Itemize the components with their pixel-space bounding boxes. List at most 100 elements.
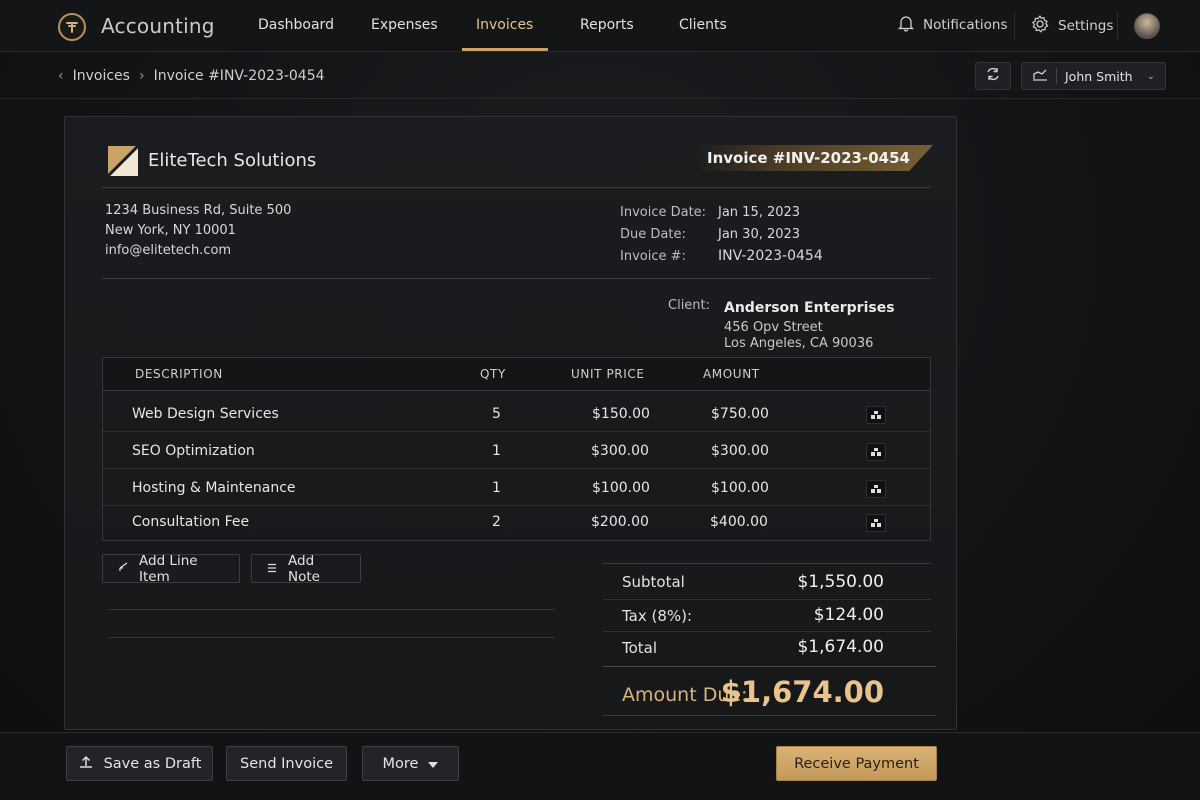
item-unit-price: $100.00 bbox=[592, 480, 650, 496]
topbar-divider bbox=[1117, 12, 1118, 40]
chevron-left-icon[interactable]: ‹ bbox=[58, 68, 64, 84]
item-description: Web Design Services bbox=[132, 406, 279, 422]
breadcrumb-invoices-link[interactable]: Invoices bbox=[73, 68, 130, 84]
invoice-date-value: Jan 15, 2023 bbox=[718, 205, 801, 220]
column-header-description: DESCRIPTION bbox=[135, 367, 223, 381]
sub-toolbar: ‹ Invoices › Invoice #INV-2023-0454 John… bbox=[0, 52, 1200, 99]
row-actions-icon[interactable] bbox=[866, 443, 886, 461]
company-logo-icon bbox=[106, 144, 140, 178]
add-line-item-button[interactable]: Add Line Item bbox=[102, 552, 240, 585]
client-name: Anderson Enterprises bbox=[724, 300, 895, 316]
app-logo-icon[interactable] bbox=[58, 13, 86, 41]
receive-payment-button[interactable]: Receive Payment bbox=[776, 746, 937, 781]
bell-icon bbox=[897, 14, 915, 36]
bottom-action-bar: Save as Draft Send Invoice More Receive … bbox=[0, 732, 1200, 800]
item-description: SEO Optimization bbox=[132, 443, 255, 459]
table-row[interactable]: Hosting & Maintenance 1 $100.00 $100.00 bbox=[103, 469, 930, 506]
item-amount: $400.00 bbox=[710, 514, 768, 530]
send-invoice-button[interactable]: Send Invoice bbox=[226, 746, 347, 781]
invoice-title: Invoice #INV-2023-0454 bbox=[707, 149, 910, 167]
total-label: Total bbox=[622, 639, 658, 657]
breadcrumb: ‹ Invoices › Invoice #INV-2023-0454 bbox=[58, 68, 325, 84]
upload-icon bbox=[78, 754, 94, 774]
amount-due-value: $1,674.00 bbox=[720, 675, 884, 709]
item-qty: 2 bbox=[492, 514, 501, 530]
list-icon bbox=[266, 561, 278, 577]
chart-icon bbox=[1032, 68, 1048, 85]
nav-item-reports[interactable]: Reports bbox=[580, 17, 634, 33]
settings-label: Settings bbox=[1058, 18, 1114, 34]
invoice-number-value: INV-2023-0454 bbox=[718, 248, 823, 264]
dropdown-divider bbox=[1056, 68, 1057, 84]
company-address-line: New York, NY 10001 bbox=[105, 223, 236, 238]
item-amount: $750.00 bbox=[711, 406, 769, 422]
note-line[interactable] bbox=[108, 637, 555, 638]
settings-button[interactable]: Settings bbox=[1030, 14, 1113, 38]
divider bbox=[603, 599, 931, 600]
table-row[interactable]: Web Design Services 5 $150.00 $750.00 bbox=[103, 395, 930, 432]
nav-item-invoices[interactable]: Invoices bbox=[476, 17, 533, 33]
table-row[interactable]: SEO Optimization 1 $300.00 $300.00 bbox=[103, 432, 930, 469]
due-date-value: Jan 30, 2023 bbox=[718, 227, 801, 242]
sync-button[interactable] bbox=[975, 62, 1011, 90]
divider bbox=[102, 278, 931, 279]
caret-down-icon bbox=[428, 756, 439, 772]
table-header: DESCRIPTION QTY UNIT PRICE AMOUNT bbox=[103, 358, 930, 391]
plus-arrow-icon bbox=[117, 561, 129, 577]
item-qty: 5 bbox=[492, 406, 501, 422]
more-dropdown-button[interactable]: More bbox=[362, 746, 459, 781]
notifications-button[interactable]: Notifications bbox=[897, 14, 1008, 36]
active-nav-indicator bbox=[462, 48, 548, 51]
more-label: More bbox=[382, 755, 419, 772]
breadcrumb-current: Invoice #INV-2023-0454 bbox=[153, 68, 325, 84]
item-amount: $300.00 bbox=[711, 443, 769, 459]
row-actions-icon[interactable] bbox=[866, 406, 886, 424]
row-actions-icon[interactable] bbox=[866, 514, 886, 532]
user-dropdown[interactable]: John Smith ⌄ bbox=[1021, 62, 1166, 90]
nav-item-expenses[interactable]: Expenses bbox=[371, 17, 438, 33]
column-header-unit-price: UNIT PRICE bbox=[571, 367, 645, 381]
divider bbox=[102, 187, 931, 188]
item-unit-price: $300.00 bbox=[591, 443, 649, 459]
add-note-button[interactable]: Add Note bbox=[251, 552, 361, 585]
item-unit-price: $200.00 bbox=[591, 514, 649, 530]
item-unit-price: $150.00 bbox=[592, 406, 650, 422]
company-name: EliteTech Solutions bbox=[148, 150, 317, 171]
invoice-date-label: Invoice Date: bbox=[620, 205, 707, 220]
item-description: Hosting & Maintenance bbox=[132, 480, 296, 496]
save-as-draft-label: Save as Draft bbox=[103, 755, 202, 772]
item-description: Consultation Fee bbox=[132, 514, 250, 530]
divider bbox=[603, 563, 931, 564]
nav-item-clients[interactable]: Clients bbox=[679, 17, 727, 33]
column-header-qty: QTY bbox=[480, 367, 506, 381]
topbar-divider bbox=[1014, 12, 1015, 40]
avatar[interactable] bbox=[1134, 13, 1160, 39]
client-address-line: 456 Opv Street bbox=[724, 320, 823, 335]
add-note-label: Add Note bbox=[288, 552, 320, 585]
receive-payment-label: Receive Payment bbox=[794, 755, 919, 772]
note-line[interactable] bbox=[108, 609, 555, 610]
company-email: info@elitetech.com bbox=[105, 243, 232, 258]
gear-icon bbox=[1030, 14, 1050, 38]
chevron-right-icon: › bbox=[138, 68, 145, 84]
table-row[interactable]: Consultation Fee 2 $200.00 $400.00 bbox=[103, 503, 930, 540]
notifications-label: Notifications bbox=[923, 17, 1008, 33]
item-amount: $100.00 bbox=[711, 480, 769, 496]
row-actions-icon[interactable] bbox=[866, 480, 886, 498]
top-navigation-bar: Accounting Dashboard Expenses Invoices R… bbox=[0, 0, 1200, 52]
add-line-item-label: Add Line Item bbox=[139, 552, 198, 585]
due-date-label: Due Date: bbox=[620, 227, 686, 242]
app-title: Accounting bbox=[101, 14, 215, 38]
invoice-number-label: Invoice #: bbox=[620, 249, 686, 264]
item-qty: 1 bbox=[492, 443, 501, 459]
sync-icon bbox=[985, 66, 1001, 86]
divider bbox=[603, 666, 936, 667]
user-name: John Smith bbox=[1065, 68, 1133, 84]
client-label: Client: bbox=[668, 298, 711, 313]
column-header-amount: AMOUNT bbox=[703, 367, 760, 381]
item-qty: 1 bbox=[492, 480, 501, 496]
save-as-draft-button[interactable]: Save as Draft bbox=[66, 746, 213, 781]
invoice-card: EliteTech Solutions Invoice #INV-2023-04… bbox=[64, 116, 957, 730]
divider bbox=[603, 631, 931, 632]
nav-item-dashboard[interactable]: Dashboard bbox=[258, 17, 334, 33]
